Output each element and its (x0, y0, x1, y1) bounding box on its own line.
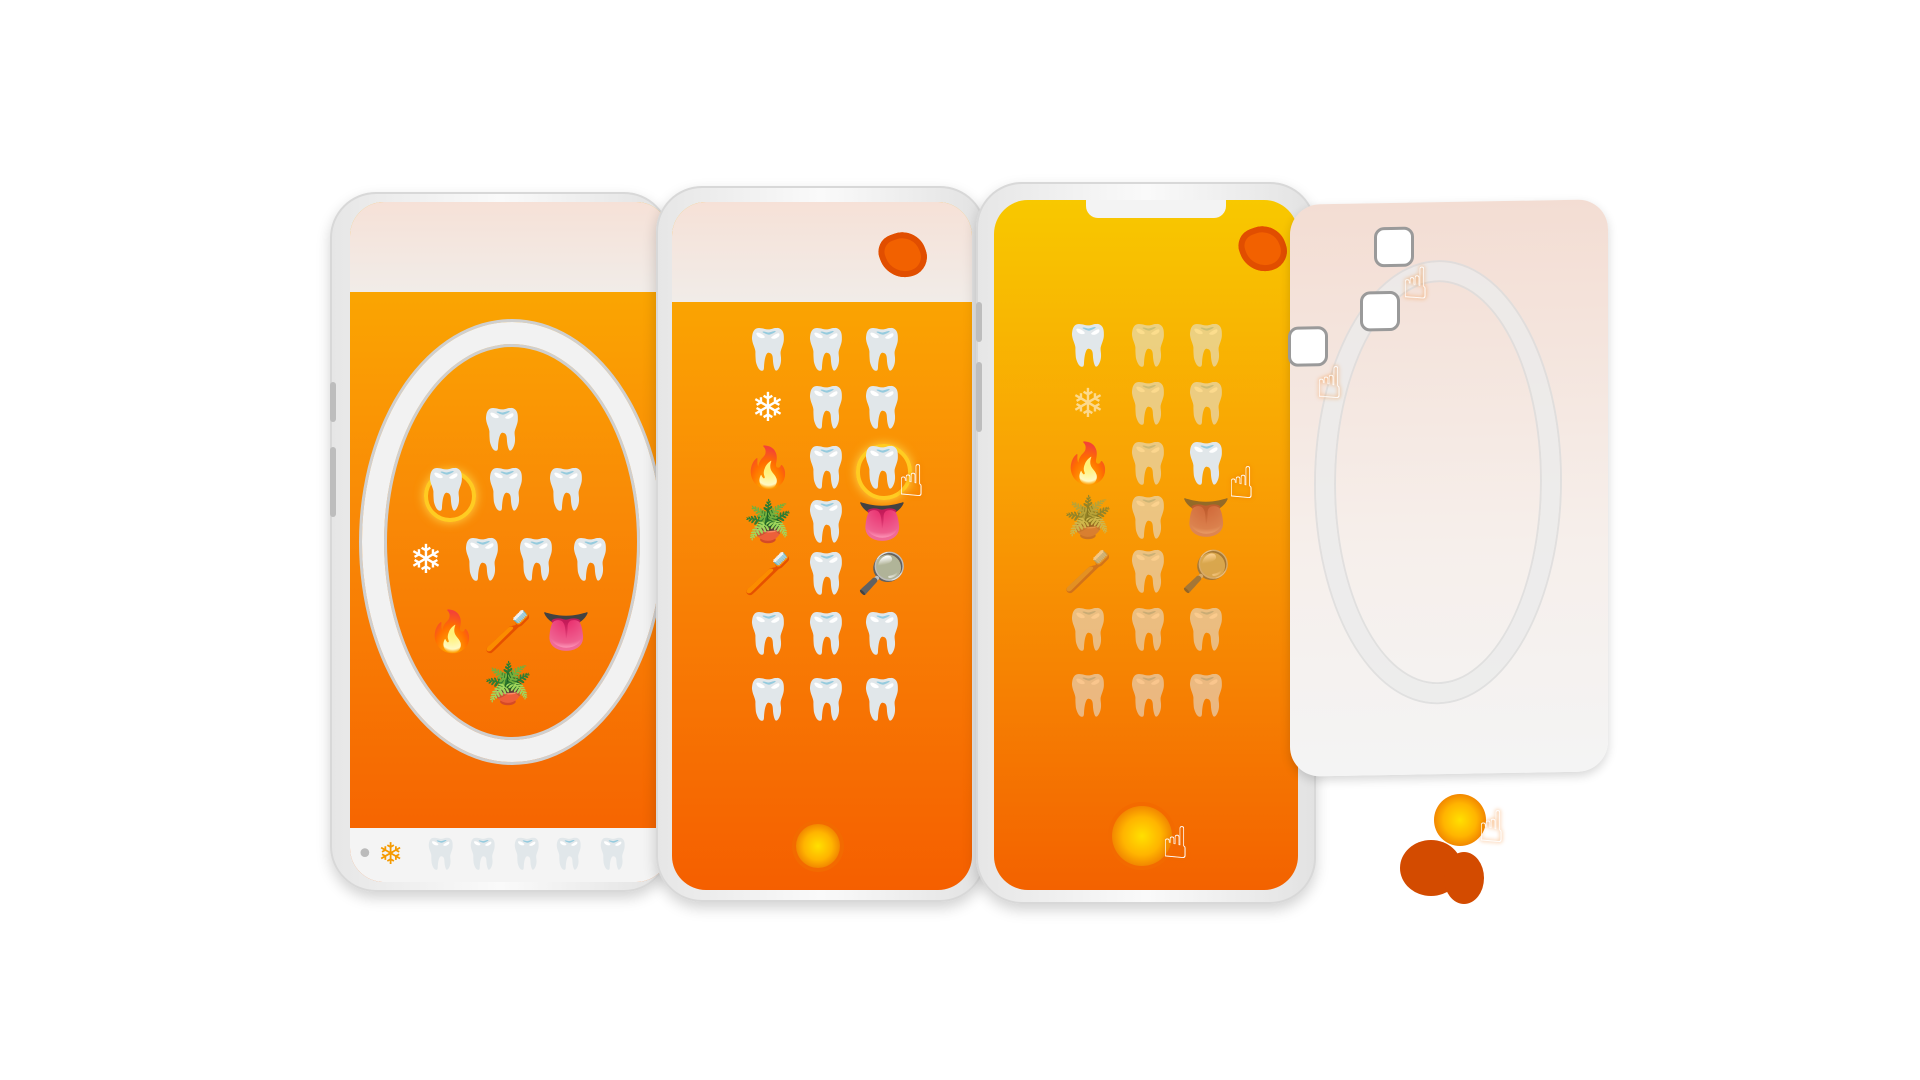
phone-3-side-button (976, 302, 982, 342)
tooth-yellow-icon[interactable]: 🦷 (1180, 676, 1232, 728)
tooth-icon-root[interactable]: 🦷 (456, 540, 508, 592)
tooth-icon[interactable]: 🦷 (1122, 498, 1174, 550)
pointer-hand-icon: ☝ (1402, 258, 1429, 310)
snowflake-icon[interactable]: ❄ (742, 388, 794, 440)
tongue-icon[interactable]: 👅 (540, 612, 592, 664)
pointer-hand-icon: ☝ (1228, 458, 1255, 509)
dot-icon: • (356, 837, 374, 872)
tooth-chipped-icon[interactable]: 🦷 (856, 330, 908, 382)
tongue-icon[interactable]: 👅 (856, 502, 908, 554)
tooth-crown-icon[interactable]: 🦷 (422, 840, 459, 870)
magnifier-icon[interactable]: 🔎 (856, 554, 908, 606)
pointer-hand-icon: ☝ (898, 456, 925, 507)
home-button[interactable] (796, 824, 840, 868)
toothbrush-icon[interactable]: 🪥 (482, 612, 534, 664)
tooth-bone-icon[interactable]: 🦷 (800, 680, 852, 732)
phone-1-side-button (330, 447, 336, 517)
snowflake-icon[interactable]: ❄ (378, 840, 403, 870)
phone-2-header (672, 202, 972, 302)
tooth-implant-icon[interactable]: 🦷 (1122, 610, 1174, 662)
phone-2-frame: 🦷 🦷 🦷 ❄ 🦷 🦷 🔥 🦷 🦷 ☝ 🪴 🦷 👅 🪥 🦷 🔎 🦷 🦷 🦷 🦷 … (656, 186, 986, 902)
phone-3-frame: 🦷 🦷 🦷 ❄ 🦷 🦷 🔥 🦷 🦷 ☝ 🪴 🦷 👅 🪥 🦷 🔎 🦷 🦷 🦷 🦷 … (976, 182, 1316, 904)
plant-icon[interactable]: 🪴 (1062, 498, 1114, 550)
tooth-implant-icon[interactable]: 🦷 (800, 614, 852, 666)
dragged-tooth[interactable] (1360, 290, 1400, 332)
tooth-crown-icon[interactable]: 🦷 (1122, 384, 1174, 436)
gem-icon[interactable] (1233, 219, 1293, 279)
floating-arch-panel: ☝ ☝ (1288, 199, 1608, 777)
tooth-spotted-icon[interactable]: 🦷 (742, 614, 794, 666)
phone-1-header (350, 202, 670, 292)
tooth-decay-icon[interactable]: 🦷 (1122, 552, 1174, 604)
phone-1-screen: 🦷 🦷 🦷 🦷 ❄ 🦷 🦷 🦷 🔥 🪥 👅 🪴 • ❄ 🦷 🦷 🦷 🦷 🦷 (350, 202, 670, 882)
tooth-chipped-icon[interactable]: 🦷 (1180, 326, 1232, 378)
tooth-root-icon[interactable]: 🦷 (742, 330, 794, 382)
notch (1086, 200, 1226, 218)
tooth-spotted-icon[interactable]: 🦷 (1062, 610, 1114, 662)
tooth-cracked-icon[interactable]: 🦷 (1180, 384, 1232, 436)
pointer-hand-icon: ☝ (1162, 818, 1189, 869)
toothbrush-icon[interactable]: 🪥 (742, 554, 794, 606)
tooth-cracked-icon[interactable]: 🦷 (594, 840, 631, 870)
plant-icon[interactable]: 🪴 (742, 502, 794, 554)
tooth-icon[interactable]: 🦷 (464, 840, 501, 870)
tongue-icon[interactable]: 👅 (1180, 498, 1232, 550)
tooth-gum-icon[interactable]: 🦷 (1122, 444, 1174, 496)
tooth-icon-pain[interactable]: 🦷 (476, 410, 528, 462)
tooth-yellow-icon[interactable]: 🦷 (856, 680, 908, 732)
tooth-icon-cavity[interactable]: 🦷 (420, 470, 472, 522)
magnifier-icon[interactable]: 🔎 (1180, 552, 1232, 604)
phone-3-side-button (976, 362, 982, 432)
pointer-hand-icon: ☝ (1316, 357, 1343, 410)
phone-1-frame: 🦷 🦷 🦷 🦷 ❄ 🦷 🦷 🦷 🔥 🪥 👅 🪴 • ❄ 🦷 🦷 🦷 🦷 🦷 (330, 192, 670, 892)
fire-icon[interactable]: 🔥 (426, 612, 478, 664)
tooth-white-icon[interactable]: 🦷 (1062, 676, 1114, 728)
tooth-icon-chipped[interactable]: 🦷 (564, 540, 616, 592)
tooth-cavity-icon[interactable]: 🦷 (1180, 444, 1232, 496)
toothbrush-icon[interactable]: 🪥 (1062, 552, 1114, 604)
tooth-pain-icon[interactable]: 🦷 (800, 330, 852, 382)
tooth-implant-icon[interactable]: 🦷 (550, 840, 587, 870)
snowflake-icon[interactable]: ❄ (1062, 384, 1114, 436)
fire-icon[interactable]: 🔥 (742, 448, 794, 500)
tooth-pain-icon[interactable]: 🦷 (1122, 326, 1174, 378)
tooth-white-icon[interactable]: 🦷 (742, 680, 794, 732)
tooth-icon-decay[interactable]: 🦷 (540, 470, 592, 522)
tooth-crown-icon[interactable]: 🦷 (800, 388, 852, 440)
teeth-braces-icon[interactable]: 🦷 (1180, 610, 1232, 662)
tooth-icon[interactable]: 🦷 (800, 502, 852, 554)
tooth-decay-icon[interactable]: 🦷 (800, 554, 852, 606)
tooth-gum-icon[interactable]: 🦷 (800, 448, 852, 500)
teeth-braces-icon[interactable]: 🦷 (856, 614, 908, 666)
pointer-hand-icon: ☝ (1478, 802, 1505, 853)
tooth-icon-cracked[interactable]: 🦷 (510, 540, 562, 592)
tooth-bone-icon[interactable]: 🦷 (1122, 676, 1174, 728)
faded-dental-arch[interactable] (1316, 260, 1560, 705)
tooth-pain-icon[interactable]: 🦷 (508, 840, 545, 870)
tooth-root-icon[interactable]: 🦷 (1062, 326, 1114, 378)
tooth-icon-gum[interactable]: 🦷 (480, 470, 532, 522)
plant-icon[interactable]: 🪴 (482, 664, 534, 716)
phone-2-screen: 🦷 🦷 🦷 ❄ 🦷 🦷 🔥 🦷 🦷 ☝ 🪴 🦷 👅 🪥 🦷 🔎 🦷 🦷 🦷 🦷 … (672, 202, 972, 890)
snowflake-icon[interactable]: ❄ (400, 540, 452, 592)
phone-3-screen: 🦷 🦷 🦷 ❄ 🦷 🦷 🔥 🦷 🦷 ☝ 🪴 🦷 👅 🪥 🦷 🔎 🦷 🦷 🦷 🦷 … (994, 200, 1298, 890)
tooth-cracked-icon[interactable]: 🦷 (856, 388, 908, 440)
phone-1-side-button (330, 382, 336, 422)
fire-icon[interactable]: 🔥 (1062, 444, 1114, 496)
tap-blob (1444, 852, 1484, 904)
